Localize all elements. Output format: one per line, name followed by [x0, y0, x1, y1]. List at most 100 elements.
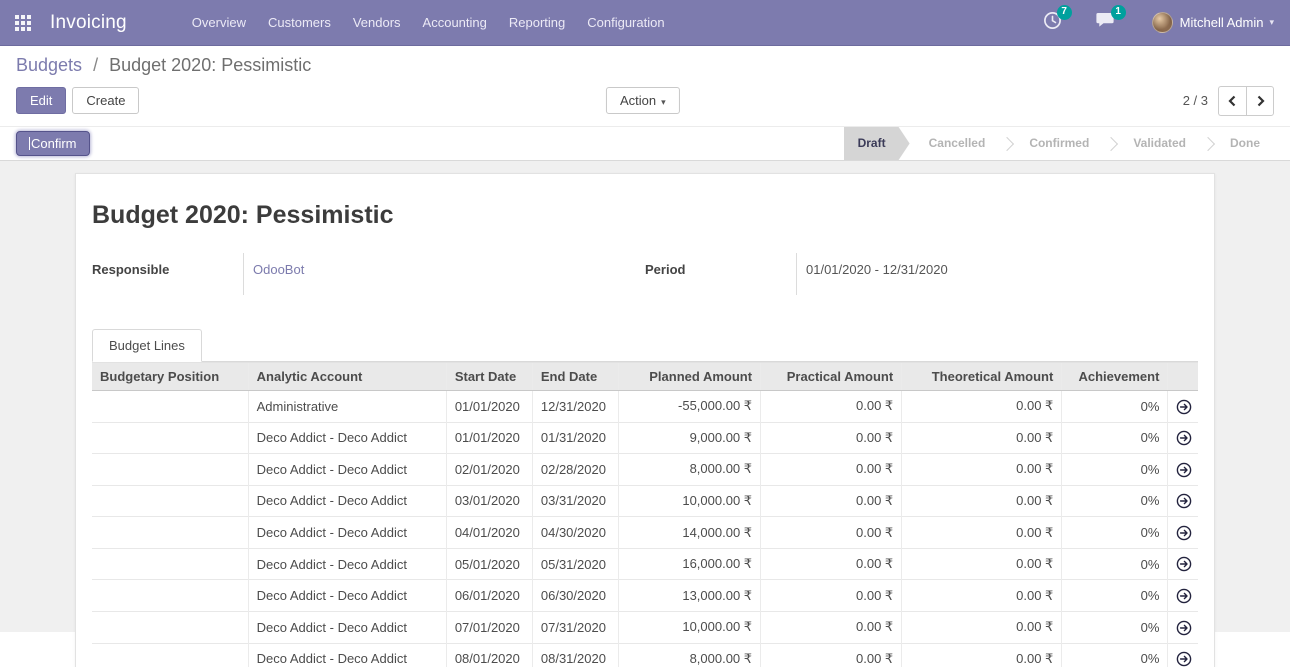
cell: Deco Addict - Deco Addict [248, 548, 446, 580]
menu-item-overview[interactable]: Overview [181, 9, 257, 36]
app-brand[interactable]: Invoicing [50, 12, 127, 34]
open-line-button[interactable] [1168, 391, 1198, 423]
open-record-arrow-icon [1176, 556, 1192, 572]
open-line-button[interactable] [1168, 454, 1198, 486]
chevron-right-icon [1255, 95, 1266, 107]
status-draft[interactable]: Draft [844, 127, 910, 160]
budget-line-row[interactable]: Deco Addict - Deco Addict06/01/202006/30… [92, 580, 1198, 612]
edit-button[interactable]: Edit [16, 87, 66, 114]
budget-line-row[interactable]: Deco Addict - Deco Addict03/01/202003/31… [92, 485, 1198, 517]
open-line-button[interactable] [1168, 580, 1198, 612]
menu-item-reporting[interactable]: Reporting [498, 9, 576, 36]
budget-line-row[interactable]: Deco Addict - Deco Addict01/01/202001/31… [92, 422, 1198, 454]
budget-line-row[interactable]: Deco Addict - Deco Addict08/01/202008/31… [92, 643, 1198, 667]
status-validated[interactable]: Validated [1118, 127, 1201, 160]
cell: 0.00 ₹ [902, 643, 1062, 667]
cell: 0.00 ₹ [902, 454, 1062, 486]
open-line-button[interactable] [1168, 643, 1198, 667]
cell: 01/01/2020 [446, 422, 532, 454]
cell [92, 643, 248, 667]
field-group: Responsible OdooBot Period 01/01/2020 - … [92, 253, 1198, 295]
cell: 06/01/2020 [446, 580, 532, 612]
period-value: 01/01/2020 - 12/31/2020 [797, 253, 948, 295]
cell: 01/31/2020 [532, 422, 618, 454]
pager-next-button[interactable] [1246, 86, 1274, 116]
cell [92, 485, 248, 517]
cell: 0.00 ₹ [761, 643, 902, 667]
column-header-end-date[interactable]: End Date [532, 363, 618, 391]
menu-item-vendors[interactable]: Vendors [342, 9, 412, 36]
cell: 0.00 ₹ [902, 391, 1062, 423]
column-header-budgetary-position[interactable]: Budgetary Position [92, 363, 248, 391]
statusbar: Confirm DraftCancelled Confirmed Validated… [0, 126, 1290, 161]
budget-lines-table: Budgetary PositionAnalytic AccountStart … [92, 362, 1198, 667]
cell: Deco Addict - Deco Addict [248, 422, 446, 454]
form-view-background: Budget 2020: Pessimistic Responsible Odo… [0, 161, 1290, 632]
column-header-start-date[interactable]: Start Date [446, 363, 532, 391]
status-done[interactable]: Done [1215, 127, 1275, 160]
budget-line-row[interactable]: Administrative01/01/202012/31/2020-55,00… [92, 391, 1198, 423]
cell: 12/31/2020 [532, 391, 618, 423]
cell: 08/31/2020 [532, 643, 618, 667]
budget-line-row[interactable]: Deco Addict - Deco Addict05/01/202005/31… [92, 548, 1198, 580]
budget-line-row[interactable]: Deco Addict - Deco Addict04/01/202004/30… [92, 517, 1198, 549]
cell: 06/30/2020 [532, 580, 618, 612]
breadcrumb-current: Budget 2020: Pessimistic [109, 55, 311, 75]
open-line-button[interactable] [1168, 485, 1198, 517]
cell: 10,000.00 ₹ [618, 485, 760, 517]
cell: 0.00 ₹ [902, 485, 1062, 517]
cell: 0.00 ₹ [761, 454, 902, 486]
user-menu[interactable]: Mitchell Admin ▾ [1152, 12, 1274, 33]
cell: 10,000.00 ₹ [618, 611, 760, 643]
action-dropdown-button[interactable]: Action▾ [606, 87, 680, 114]
apps-grid-icon[interactable] [8, 8, 38, 38]
cell: 08/01/2020 [446, 643, 532, 667]
create-button[interactable]: Create [72, 87, 139, 114]
activities-button[interactable]: 7 [1033, 7, 1072, 39]
cell: 03/01/2020 [446, 485, 532, 517]
messages-button[interactable]: 1 [1086, 7, 1126, 38]
menu-item-customers[interactable]: Customers [257, 9, 342, 36]
cell: 02/01/2020 [446, 454, 532, 486]
open-record-arrow-icon [1176, 588, 1192, 604]
cell: 0% [1062, 517, 1168, 549]
confirm-button[interactable]: Confirm [16, 131, 90, 156]
cell: Deco Addict - Deco Addict [248, 454, 446, 486]
cell [92, 391, 248, 423]
column-header-achievement[interactable]: Achievement [1062, 363, 1168, 391]
pager-previous-button[interactable] [1218, 86, 1246, 116]
menu-item-accounting[interactable]: Accounting [412, 9, 498, 36]
notebook-tabbar: Budget Lines [92, 329, 1198, 362]
cell: 0% [1062, 611, 1168, 643]
breadcrumb-budgets-link[interactable]: Budgets [16, 55, 82, 75]
status-confirmed[interactable]: Confirmed [1014, 127, 1104, 160]
cell [92, 548, 248, 580]
column-header-theoretical-amount[interactable]: Theoretical Amount [902, 363, 1062, 391]
breadcrumb-separator: / [93, 55, 98, 75]
cell: 02/28/2020 [532, 454, 618, 486]
status-cancelled[interactable]: Cancelled [914, 127, 1001, 160]
cell: 05/01/2020 [446, 548, 532, 580]
responsible-label: Responsible [92, 253, 243, 295]
cell: 0.00 ₹ [902, 422, 1062, 454]
cell: Deco Addict - Deco Addict [248, 485, 446, 517]
status-pipeline: DraftCancelled Confirmed Validated Done [844, 127, 1275, 161]
clock-icon [1043, 17, 1062, 34]
responsible-value-link[interactable]: OdooBot [244, 253, 304, 295]
cell: 0.00 ₹ [902, 548, 1062, 580]
cell: 0% [1062, 580, 1168, 612]
open-line-button[interactable] [1168, 422, 1198, 454]
budget-line-row[interactable]: Deco Addict - Deco Addict02/01/202002/28… [92, 454, 1198, 486]
cell: 0% [1062, 643, 1168, 667]
column-header-planned-amount[interactable]: Planned Amount [618, 363, 760, 391]
breadcrumb: Budgets / Budget 2020: Pessimistic [16, 55, 1274, 76]
open-line-button[interactable] [1168, 548, 1198, 580]
open-line-button[interactable] [1168, 611, 1198, 643]
column-header-practical-amount[interactable]: Practical Amount [761, 363, 902, 391]
budget-line-row[interactable]: Deco Addict - Deco Addict07/01/202007/31… [92, 611, 1198, 643]
menu-item-configuration[interactable]: Configuration [576, 9, 675, 36]
cell: 8,000.00 ₹ [618, 643, 760, 667]
column-header-analytic-account[interactable]: Analytic Account [248, 363, 446, 391]
open-line-button[interactable] [1168, 517, 1198, 549]
tab-budget-lines[interactable]: Budget Lines [92, 329, 202, 362]
